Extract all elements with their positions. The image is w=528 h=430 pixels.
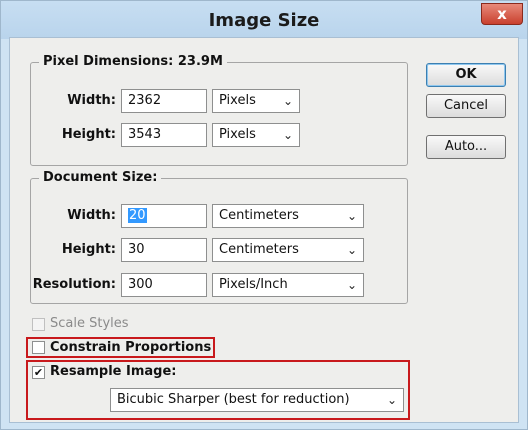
cancel-button[interactable]: Cancel [426,94,506,118]
dialog-body: Pixel Dimensions: 23.9M Width: 2362 Pixe… [9,37,519,423]
scale-styles-label: Scale Styles [50,316,129,331]
pixel-dimensions-group: Pixel Dimensions: 23.9M [30,54,408,166]
resolution-unit-select[interactable]: Pixels/Inch ⌄ [212,273,364,297]
chevron-down-icon: ⌄ [346,243,357,257]
checkmark-icon: ✔ [33,366,44,379]
doc-height-unit-value: Centimeters [219,242,299,257]
close-icon: x [497,5,507,23]
chevron-down-icon: ⌄ [346,278,357,292]
auto-button[interactable]: Auto... [426,135,506,159]
ok-button[interactable]: OK [426,63,506,87]
title-bar[interactable]: Image Size x [1,1,527,39]
constrain-proportions-checkbox[interactable] [32,341,45,354]
chevron-down-icon: ⌄ [282,94,293,108]
dialog-title: Image Size [208,10,320,31]
pixel-height-unit-select[interactable]: Pixels ⌄ [212,123,300,147]
resolution-unit-value: Pixels/Inch [219,277,288,292]
pixel-height-unit-value: Pixels [219,127,256,142]
pixel-dimensions-legend: Pixel Dimensions: 23.9M [39,54,227,69]
pixel-height-label: Height: [61,127,116,142]
chevron-down-icon: ⌄ [386,393,397,407]
pixel-width-unit-select[interactable]: Pixels ⌄ [212,89,300,113]
image-size-dialog: Image Size x Pixel Dimensions: 23.9M Wid… [0,0,528,430]
resolution-label: Resolution: [32,277,116,292]
chevron-down-icon: ⌄ [346,209,357,223]
pixel-width-input[interactable]: 2362 [121,89,207,113]
resample-method-value: Bicubic Sharper (best for reduction) [117,392,350,407]
doc-height-unit-select[interactable]: Centimeters ⌄ [212,238,364,262]
pixel-width-label: Width: [67,93,116,108]
doc-width-unit-select[interactable]: Centimeters ⌄ [212,204,364,228]
resample-image-label: Resample Image: [50,364,177,379]
doc-height-input[interactable]: 30 [121,238,207,262]
pixel-width-unit-value: Pixels [219,93,256,108]
doc-width-value: 20 [128,208,147,223]
resample-image-checkbox[interactable]: ✔ [32,366,45,379]
resolution-input[interactable]: 300 [121,273,207,297]
doc-width-unit-value: Centimeters [219,208,299,223]
document-size-legend: Document Size: [39,170,162,185]
close-button[interactable]: x [481,3,523,25]
scale-styles-checkbox[interactable] [32,318,45,331]
pixel-height-input[interactable]: 3543 [121,123,207,147]
doc-height-label: Height: [61,242,116,257]
constrain-proportions-label: Constrain Proportions [50,340,212,355]
doc-width-input[interactable]: 20 [121,204,207,228]
doc-width-label: Width: [67,208,116,223]
resample-method-select[interactable]: Bicubic Sharper (best for reduction) ⌄ [110,388,404,412]
chevron-down-icon: ⌄ [282,128,293,142]
